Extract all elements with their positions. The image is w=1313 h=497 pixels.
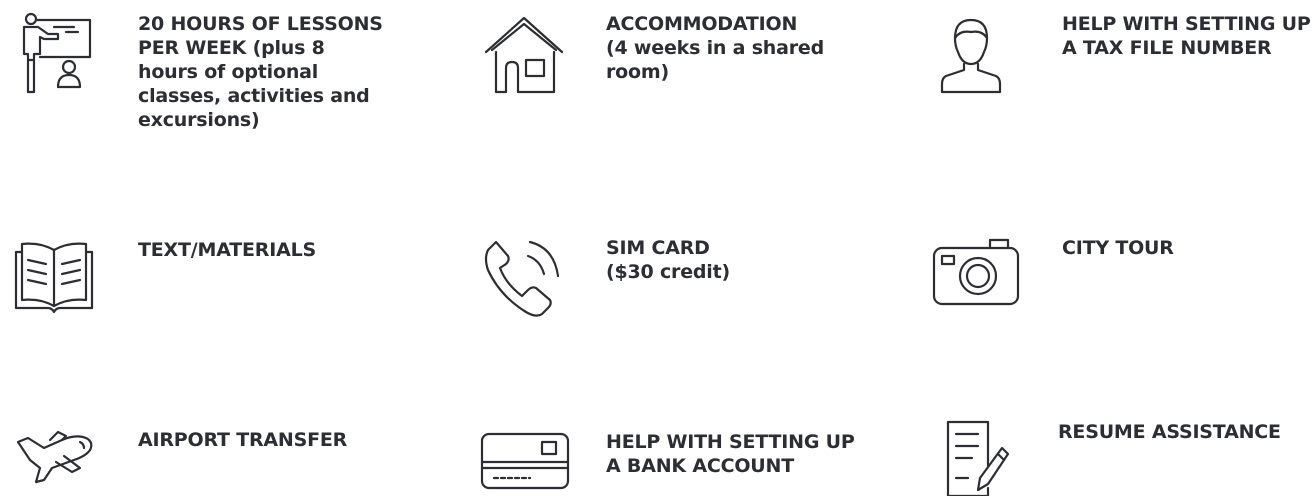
feature-resume-text: RESUME ASSISTANCE [1058, 421, 1281, 443]
feature-airport-transfer-text: AIRPORT TRANSFER [138, 429, 348, 451]
airplane-icon [14, 428, 98, 484]
document-pen-icon [944, 420, 1014, 496]
camera-icon [932, 236, 1024, 306]
feature-accommodation-text: ACCOMMODATION (4 weeks in a shared room) [606, 13, 825, 83]
feature-materials-text: TEXT/MATERIALS [138, 239, 316, 261]
feature-sim-card-text: SIM CARD ($30 credit) [606, 237, 730, 283]
person-icon [938, 12, 1004, 94]
house-icon [482, 12, 568, 94]
feature-city-tour-text: CITY TOUR [1062, 237, 1174, 259]
feature-tax-file-number-text: HELP WITH SETTING UP A TAX FILE NUMBER [1062, 13, 1311, 59]
open-book-icon [14, 238, 96, 314]
phone-icon [482, 236, 568, 318]
feature-bank-account-text: HELP WITH SETTING UP A BANK ACCOUNT [606, 431, 855, 477]
teacher-presentation-icon [14, 12, 96, 94]
credit-card-icon [480, 430, 572, 490]
feature-lessons-text: 20 HOURS OF LESSONS PER WEEK (plus 8 hou… [138, 13, 383, 131]
